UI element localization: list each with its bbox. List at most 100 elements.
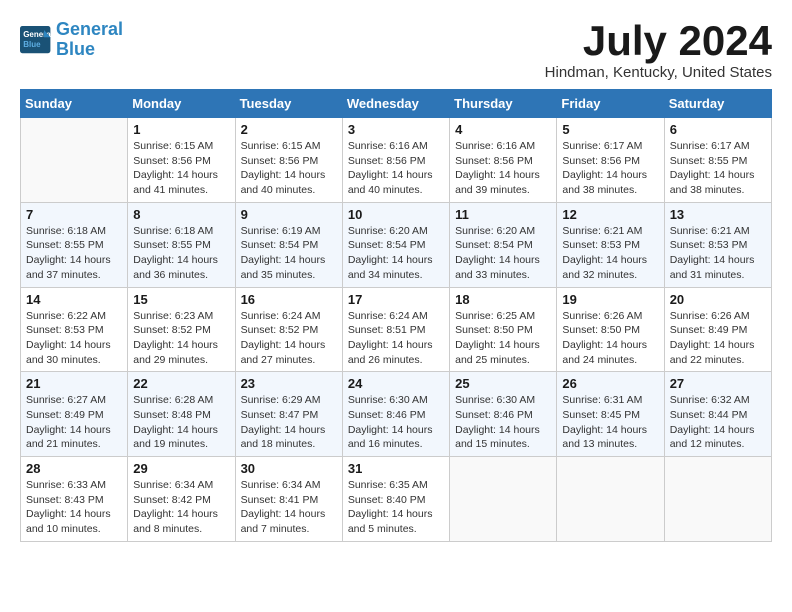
title-block: July 2024 Hindman, Kentucky, United Stat…: [545, 20, 772, 81]
calendar-day-cell: 15 Sunrise: 6:23 AMSunset: 8:52 PMDayligh…: [128, 287, 235, 372]
calendar-day-cell: 2Sunrise: 6:15 AMSunset: 8:56 PMDaylight…: [235, 118, 342, 203]
day-info: Sunrise: 6:21 AMSunset: 8:53 PMDaylight:…: [562, 224, 658, 283]
calendar-day-cell: 11 Sunrise: 6:20 AMSunset: 8:54 PMDayligh…: [450, 202, 557, 287]
day-info: Sunrise: 6:18 AMSunset: 8:55 PMDaylight:…: [26, 224, 122, 283]
calendar-day-cell: [664, 457, 771, 542]
day-info: Sunrise: 6:25 AMSunset: 8:50 PMDaylight:…: [455, 309, 551, 368]
calendar-day-cell: 7 Sunrise: 6:18 AMSunset: 8:55 PMDaylight…: [21, 202, 128, 287]
day-number: 31: [348, 461, 444, 476]
day-info: Sunrise: 6:26 AMSunset: 8:50 PMDaylight:…: [562, 309, 658, 368]
day-info: Sunrise: 6:20 AMSunset: 8:54 PMDaylight:…: [455, 224, 551, 283]
day-info: Sunrise: 6:18 AMSunset: 8:55 PMDaylight:…: [133, 224, 229, 283]
day-info: Sunrise: 6:29 AMSunset: 8:47 PMDaylight:…: [241, 393, 337, 452]
day-number: 6: [670, 122, 766, 137]
logo-line2: Blue: [56, 39, 95, 59]
day-number: 3: [348, 122, 444, 137]
day-info: Sunrise: 6:24 AMSunset: 8:52 PMDaylight:…: [241, 309, 337, 368]
weekday-header: Friday: [557, 90, 664, 118]
calendar-day-cell: 26 Sunrise: 6:31 AMSunset: 8:45 PMDayligh…: [557, 372, 664, 457]
day-info: Sunrise: 6:17 AMSunset: 8:56 PMDaylight:…: [562, 139, 658, 198]
logo: General Blue General Blue: [20, 20, 123, 60]
day-number: 13: [670, 207, 766, 222]
calendar-day-cell: 17 Sunrise: 6:24 AMSunset: 8:51 PMDayligh…: [342, 287, 449, 372]
day-info: Sunrise: 6:21 AMSunset: 8:53 PMDaylight:…: [670, 224, 766, 283]
calendar-day-cell: 23Sunrise: 6:29 AMSunset: 8:47 PMDayligh…: [235, 372, 342, 457]
day-number: 28: [26, 461, 122, 476]
day-info: Sunrise: 6:32 AMSunset: 8:44 PMDaylight:…: [670, 393, 766, 452]
day-number: 5: [562, 122, 658, 137]
day-number: 21: [26, 376, 122, 391]
calendar-day-cell: 18 Sunrise: 6:25 AMSunset: 8:50 PMDayligh…: [450, 287, 557, 372]
day-info: Sunrise: 6:24 AMSunset: 8:51 PMDaylight:…: [348, 309, 444, 368]
calendar-header-row: SundayMondayTuesdayWednesdayThursdayFrid…: [21, 90, 772, 118]
day-info: Sunrise: 6:34 AMSunset: 8:42 PMDaylight:…: [133, 478, 229, 537]
day-info: Sunrise: 6:15 AMSunset: 8:56 PMDaylight:…: [241, 139, 337, 198]
day-number: 15: [133, 292, 229, 307]
calendar-week-row: 14Sunrise: 6:22 AMSunset: 8:53 PMDayligh…: [21, 287, 772, 372]
weekday-header: Sunday: [21, 90, 128, 118]
calendar-week-row: 28 Sunrise: 6:33 AMSunset: 8:43 PMDayligh…: [21, 457, 772, 542]
calendar-day-cell: 16 Sunrise: 6:24 AMSunset: 8:52 PMDayligh…: [235, 287, 342, 372]
day-info: Sunrise: 6:15 AMSunset: 8:56 PMDaylight:…: [133, 139, 229, 198]
month-title: July 2024: [545, 20, 772, 62]
calendar-day-cell: 22Sunrise: 6:28 AMSunset: 8:48 PMDayligh…: [128, 372, 235, 457]
day-info: Sunrise: 6:30 AMSunset: 8:46 PMDaylight:…: [348, 393, 444, 452]
calendar-day-cell: 5 Sunrise: 6:17 AMSunset: 8:56 PMDaylight…: [557, 118, 664, 203]
day-number: 16: [241, 292, 337, 307]
calendar-day-cell: 31 Sunrise: 6:35 AMSunset: 8:40 PMDayligh…: [342, 457, 449, 542]
day-number: 4: [455, 122, 551, 137]
day-info: Sunrise: 6:34 AMSunset: 8:41 PMDaylight:…: [241, 478, 337, 537]
day-info: Sunrise: 6:33 AMSunset: 8:43 PMDaylight:…: [26, 478, 122, 537]
page-header: General Blue General Blue July 2024 Hind…: [20, 20, 772, 81]
day-number: 12: [562, 207, 658, 222]
calendar-day-cell: 27 Sunrise: 6:32 AMSunset: 8:44 PMDayligh…: [664, 372, 771, 457]
weekday-header: Saturday: [664, 90, 771, 118]
day-info: Sunrise: 6:30 AMSunset: 8:46 PMDaylight:…: [455, 393, 551, 452]
day-info: Sunrise: 6:35 AMSunset: 8:40 PMDaylight:…: [348, 478, 444, 537]
logo-icon: General Blue: [20, 26, 52, 54]
day-number: 22: [133, 376, 229, 391]
weekday-header: Wednesday: [342, 90, 449, 118]
day-number: 17: [348, 292, 444, 307]
calendar-day-cell: 29 Sunrise: 6:34 AMSunset: 8:42 PMDayligh…: [128, 457, 235, 542]
day-number: 7: [26, 207, 122, 222]
calendar-day-cell: 12 Sunrise: 6:21 AMSunset: 8:53 PMDayligh…: [557, 202, 664, 287]
day-number: 9: [241, 207, 337, 222]
calendar-day-cell: 4Sunrise: 6:16 AMSunset: 8:56 PMDaylight…: [450, 118, 557, 203]
logo-text: General Blue: [56, 20, 123, 60]
calendar-day-cell: [450, 457, 557, 542]
day-number: 27: [670, 376, 766, 391]
calendar-day-cell: 9Sunrise: 6:19 AMSunset: 8:54 PMDaylight…: [235, 202, 342, 287]
svg-text:Blue: Blue: [23, 40, 41, 49]
calendar-day-cell: [21, 118, 128, 203]
weekday-header: Tuesday: [235, 90, 342, 118]
calendar-day-cell: [557, 457, 664, 542]
day-number: 24: [348, 376, 444, 391]
calendar-day-cell: 24 Sunrise: 6:30 AMSunset: 8:46 PMDayligh…: [342, 372, 449, 457]
weekday-header: Thursday: [450, 90, 557, 118]
day-info: Sunrise: 6:31 AMSunset: 8:45 PMDaylight:…: [562, 393, 658, 452]
day-number: 10: [348, 207, 444, 222]
day-number: 29: [133, 461, 229, 476]
day-number: 26: [562, 376, 658, 391]
day-number: 18: [455, 292, 551, 307]
day-number: 25: [455, 376, 551, 391]
day-info: Sunrise: 6:16 AMSunset: 8:56 PMDaylight:…: [348, 139, 444, 198]
calendar-table: SundayMondayTuesdayWednesdayThursdayFrid…: [20, 89, 772, 542]
calendar-day-cell: 6Sunrise: 6:17 AMSunset: 8:55 PMDaylight…: [664, 118, 771, 203]
calendar-day-cell: 13 Sunrise: 6:21 AMSunset: 8:53 PMDayligh…: [664, 202, 771, 287]
calendar-day-cell: 28 Sunrise: 6:33 AMSunset: 8:43 PMDayligh…: [21, 457, 128, 542]
day-number: 8: [133, 207, 229, 222]
day-info: Sunrise: 6:23 AMSunset: 8:52 PMDaylight:…: [133, 309, 229, 368]
day-info: Sunrise: 6:27 AMSunset: 8:49 PMDaylight:…: [26, 393, 122, 452]
calendar-day-cell: 20Sunrise: 6:26 AMSunset: 8:49 PMDayligh…: [664, 287, 771, 372]
calendar-day-cell: 8 Sunrise: 6:18 AMSunset: 8:55 PMDaylight…: [128, 202, 235, 287]
day-number: 11: [455, 207, 551, 222]
calendar-day-cell: 1 Sunrise: 6:15 AMSunset: 8:56 PMDaylight…: [128, 118, 235, 203]
calendar-day-cell: 21 Sunrise: 6:27 AMSunset: 8:49 PMDayligh…: [21, 372, 128, 457]
calendar-week-row: 1 Sunrise: 6:15 AMSunset: 8:56 PMDaylight…: [21, 118, 772, 203]
calendar-day-cell: 30Sunrise: 6:34 AMSunset: 8:41 PMDayligh…: [235, 457, 342, 542]
day-info: Sunrise: 6:22 AMSunset: 8:53 PMDaylight:…: [26, 309, 122, 368]
calendar-week-row: 7 Sunrise: 6:18 AMSunset: 8:55 PMDaylight…: [21, 202, 772, 287]
day-number: 1: [133, 122, 229, 137]
